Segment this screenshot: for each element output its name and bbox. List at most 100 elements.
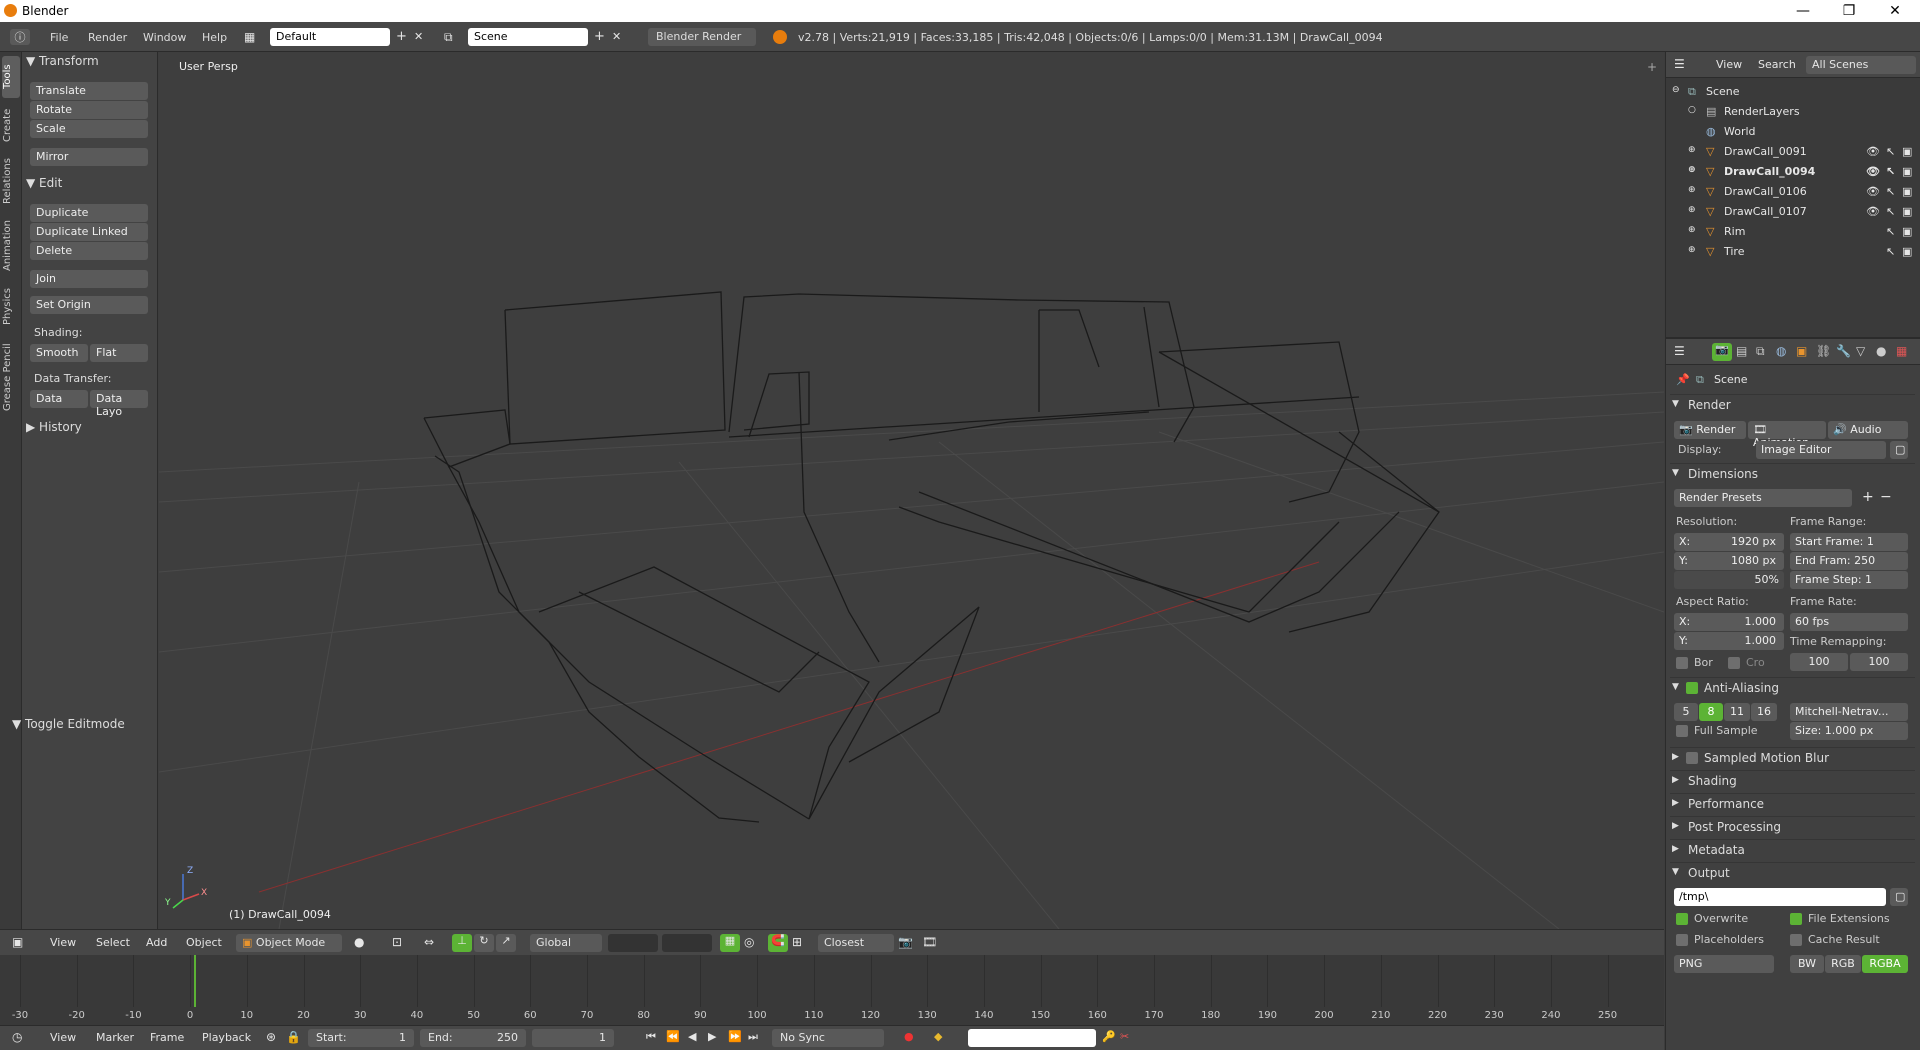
visibility-eye-icon[interactable]: 👁 [1866, 185, 1880, 198]
scene-tab-icon[interactable]: ⧉ [1756, 344, 1765, 359]
render-layer-icon[interactable]: ◎ [744, 935, 754, 949]
overwrite-checkbox[interactable] [1676, 913, 1688, 925]
audio-button[interactable]: 🔊 Audio [1828, 421, 1908, 439]
scene-field[interactable]: Scene [468, 28, 588, 46]
motion-blur-checkbox[interactable] [1686, 752, 1698, 764]
add-preset-icon[interactable]: + [1862, 489, 1874, 505]
aa-filter-dropdown[interactable]: Mitchell-Netrav... [1790, 703, 1908, 721]
current-frame-indicator[interactable] [194, 955, 196, 1007]
timeline-menu-marker[interactable]: Marker [96, 1031, 134, 1044]
timeline[interactable]: -30 -20 -10 0 10 20 30 40 50 60 70 80 90 100 110 120 130… [0, 955, 1664, 1025]
select-cursor-icon[interactable]: ↖ [1886, 245, 1895, 258]
3d-viewport[interactable]: User Persp Z X Y (1) DrawCall_0094 + [159, 52, 1664, 929]
viewport-properties-toggle-icon[interactable]: + [1647, 60, 1657, 74]
resolution-x-field[interactable]: X: 1920 px [1674, 533, 1784, 551]
orientation-dropdown[interactable]: Global [530, 934, 602, 952]
expand-icon[interactable]: ⊕ [1688, 205, 1696, 215]
maximize-button[interactable]: ❐ [1826, 0, 1872, 22]
auto-keying-icon[interactable]: ● [904, 1030, 914, 1043]
placeholders-checkbox[interactable] [1676, 934, 1688, 946]
minimize-button[interactable]: — [1780, 0, 1826, 22]
lock-layers-icon[interactable]: ▦ [720, 934, 740, 952]
lock-icon[interactable]: 🔒 [286, 1030, 301, 1044]
smooth-button[interactable]: Smooth [30, 344, 88, 362]
timeline-menu-frame[interactable]: Frame [150, 1031, 184, 1044]
select-cursor-icon[interactable]: ↖ [1886, 165, 1895, 178]
remove-scene-icon[interactable]: ✕ [612, 30, 621, 43]
display-window-icon[interactable]: ▢ [1890, 441, 1908, 459]
render-tab-icon[interactable]: 📷 [1712, 343, 1732, 361]
tab-animation[interactable]: Animation [2, 214, 20, 278]
flat-button[interactable]: Flat [90, 344, 148, 362]
render-section-header[interactable]: ▼ Render [1670, 394, 1915, 416]
rotate-manipulator-icon[interactable]: ↻ [474, 934, 494, 952]
add-layout-icon[interactable]: + [396, 29, 407, 44]
translate-manipulator-icon[interactable]: ⊥ [452, 934, 472, 952]
outliner-row[interactable]: ⊕ ▽ DrawCall_0106 👁 ↖ ▣ [1666, 182, 1920, 202]
time-remap-new-field[interactable]: 100 [1850, 653, 1908, 671]
opengl-animation-icon[interactable]: 🎞 [922, 935, 937, 949]
expand-icon[interactable]: ⊕ [1688, 225, 1696, 235]
duplicate-button[interactable]: Duplicate [30, 204, 148, 222]
start-frame-field[interactable]: Start Frame: 1 [1790, 533, 1908, 551]
data-tab-icon[interactable]: ▽ [1856, 344, 1865, 358]
jump-end-icon[interactable]: ⏭ [748, 1030, 758, 1044]
outliner-search-menu[interactable]: Search [1758, 58, 1796, 71]
mode-dropdown[interactable]: ▣ Object Mode [236, 934, 342, 952]
set-origin-dropdown[interactable]: Set Origin [30, 296, 148, 314]
time-remap-old-field[interactable]: 100 [1790, 653, 1848, 671]
crop-checkbox[interactable] [1728, 657, 1740, 669]
resolution-percent-slider[interactable]: 50% [1674, 571, 1784, 589]
file-extensions-checkbox[interactable] [1790, 913, 1802, 925]
performance-section-header[interactable]: ▶ Performance [1670, 793, 1915, 815]
viewport-shading-icon[interactable]: ● [354, 935, 364, 949]
menu-select[interactable]: Select [96, 936, 130, 949]
info-editor-icon[interactable]: ⓘ [10, 29, 30, 45]
expand-icon[interactable]: ⊕ [1688, 185, 1696, 195]
select-cursor-icon[interactable]: ↖ [1886, 205, 1895, 218]
editor-type-icon[interactable]: ▣ [12, 935, 23, 949]
render-button[interactable]: 📷 Render [1674, 421, 1746, 439]
screen-layout-icon[interactable]: ▦ [244, 30, 255, 44]
border-checkbox[interactable] [1676, 657, 1688, 669]
outliner-row[interactable]: ○ ▤ RenderLayers [1666, 102, 1920, 122]
render-engine-dropdown[interactable]: Blender Render [648, 28, 756, 46]
scene-icon[interactable]: ⧉ [444, 30, 453, 45]
edit-panel-header[interactable]: ▼ Edit [26, 176, 62, 190]
frame-step-field[interactable]: Frame Step: 1 [1790, 571, 1908, 589]
delete-keyframe-icon[interactable]: ✂ [1120, 1030, 1129, 1043]
render-camera-icon[interactable]: ▣ [1902, 165, 1912, 178]
outliner-row[interactable]: ⊖ ⧉ Scene [1666, 82, 1920, 102]
outliner-row[interactable]: ⊕ ▽ DrawCall_0107 👁 ↖ ▣ [1666, 202, 1920, 222]
select-cursor-icon[interactable]: ↖ [1886, 225, 1895, 238]
texture-tab-icon[interactable]: ▦ [1896, 344, 1907, 358]
data-button[interactable]: Data [30, 390, 88, 408]
remove-preset-icon[interactable]: − [1880, 489, 1892, 505]
pin-icon[interactable]: 📌 [1676, 373, 1690, 386]
frame-rate-dropdown[interactable]: 60 fps [1790, 613, 1908, 631]
outliner-row[interactable]: ⊕ ▽ Rim ↖ ▣ [1666, 222, 1920, 242]
timeline-editor-icon[interactable]: ◷ [12, 1030, 22, 1044]
menu-window[interactable]: Window [143, 31, 186, 44]
rotate-button[interactable]: Rotate [30, 101, 148, 119]
menu-object[interactable]: Object [186, 936, 222, 949]
anti-aliasing-section-header[interactable]: ▼ Anti-Aliasing [1670, 677, 1915, 699]
render-presets-dropdown[interactable]: Render Presets [1674, 489, 1852, 507]
world-tab-icon[interactable]: ◍ [1776, 344, 1786, 358]
scale-button[interactable]: Scale [30, 120, 148, 138]
color-rgb-button[interactable]: RGB [1825, 955, 1861, 973]
anti-aliasing-checkbox[interactable] [1686, 682, 1698, 694]
snap-element-icon[interactable]: ⊞ [792, 935, 802, 949]
timeline-menu-view[interactable]: View [50, 1031, 76, 1044]
outliner-row[interactable]: ⊕ ▽ DrawCall_0091 👁 ↖ ▣ [1666, 142, 1920, 162]
expand-icon[interactable]: ○ [1688, 105, 1696, 115]
color-rgba-button[interactable]: RGBA [1862, 955, 1908, 973]
toggle-editmode-header[interactable]: ▼ Toggle Editmode [12, 717, 125, 731]
opengl-render-icon[interactable]: 📷 [898, 935, 913, 949]
menu-file[interactable]: File [50, 31, 68, 44]
output-section-header[interactable]: ▼ Output [1670, 862, 1915, 884]
render-camera-icon[interactable]: ▣ [1902, 225, 1912, 238]
keying-set-field[interactable] [968, 1029, 1096, 1047]
properties-editor-icon[interactable]: ☰ [1674, 344, 1685, 358]
constraints-tab-icon[interactable]: ⛓ [1816, 344, 1831, 358]
